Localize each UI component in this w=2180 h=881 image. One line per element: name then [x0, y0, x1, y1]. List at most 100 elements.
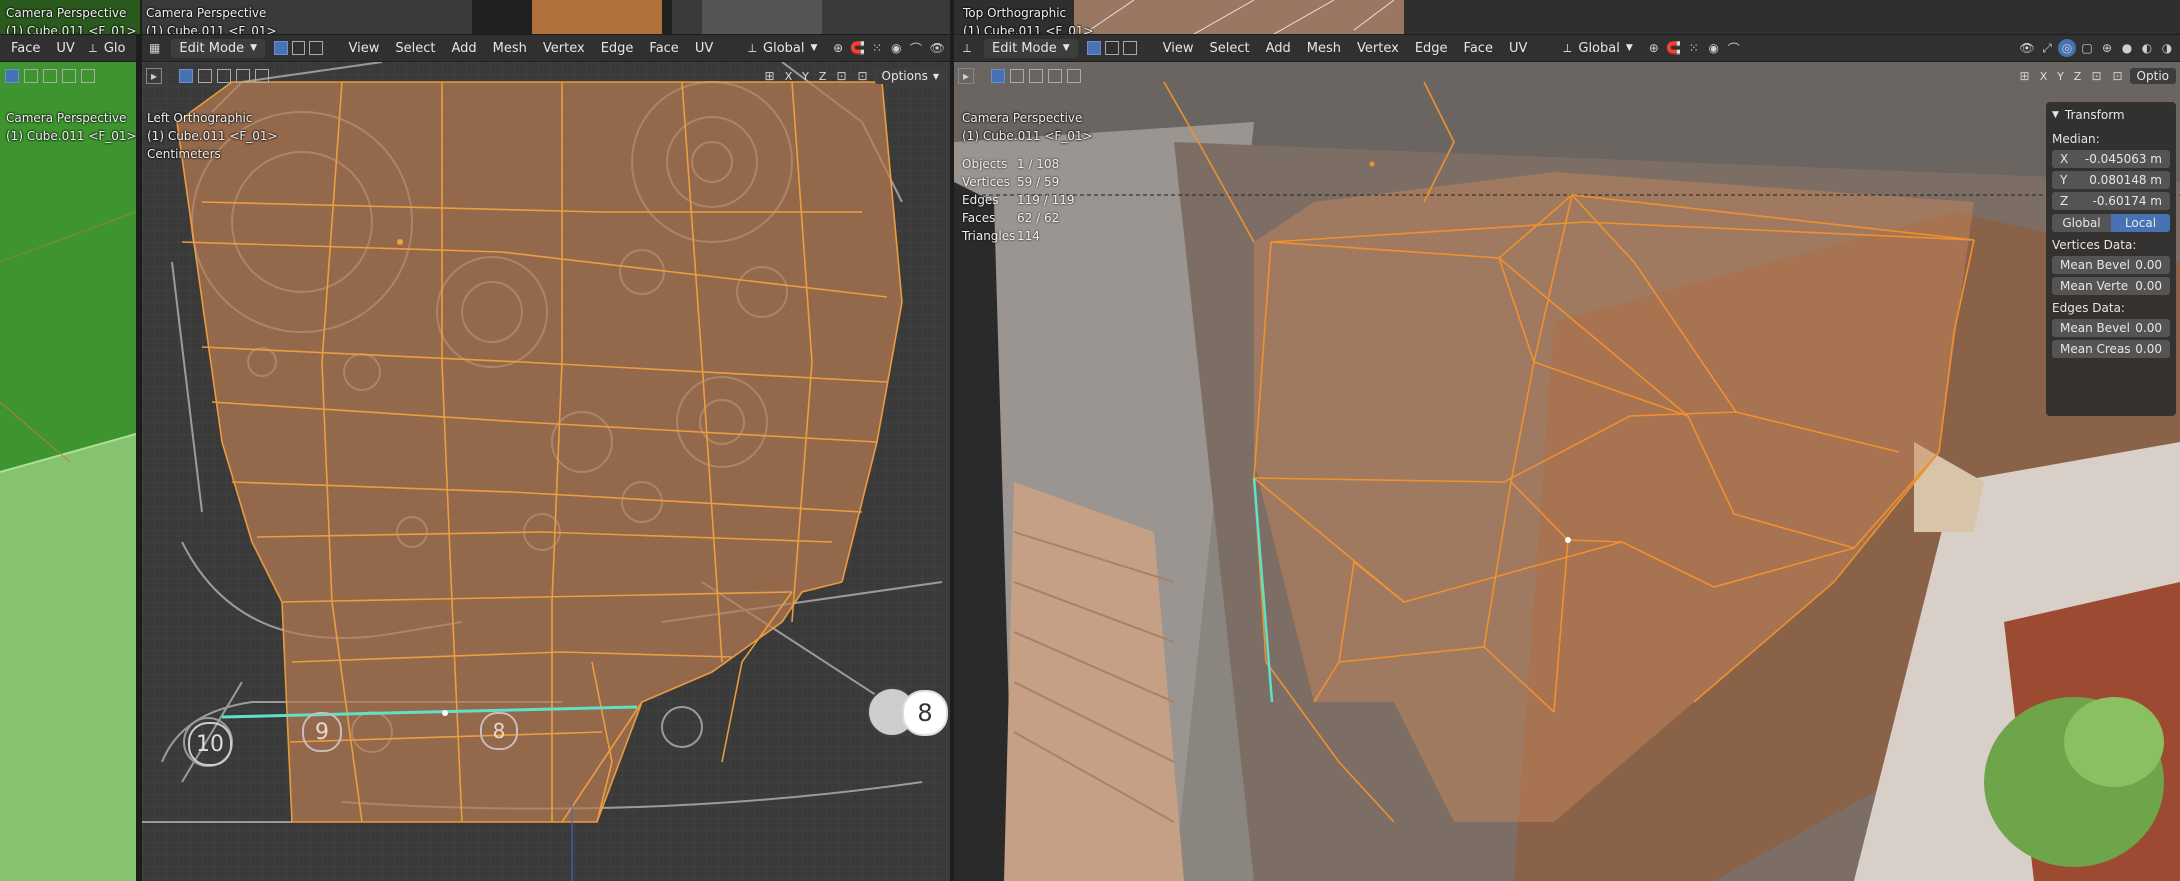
menu-uv[interactable]: UV — [49, 41, 81, 56]
snap-grid-icon[interactable]: ⁙ — [1685, 39, 1703, 57]
mode-dropdown[interactable]: Edit Mode ▼ — [984, 38, 1078, 58]
middle-viewport[interactable]: 10 9 8 8 ▸ ⊞ X Y Z ⊡ ⊡ Options ▼ Left Or… — [142, 62, 950, 881]
local-button[interactable]: Local — [2111, 214, 2170, 232]
axis-z-toggle[interactable]: Z — [816, 70, 830, 83]
gizmo-icon[interactable]: ⤢ — [2038, 39, 2056, 57]
select-mode-icon[interactable] — [198, 69, 212, 83]
mode-dropdown[interactable]: Edit Mode ▼ — [171, 38, 266, 58]
vertex-select-button[interactable] — [274, 41, 288, 55]
snap-icon[interactable]: 🧲 — [1665, 39, 1683, 57]
mean-vertex-crease-field[interactable]: Mean Verte 0.00 — [2052, 277, 2170, 295]
axis-y-toggle[interactable]: Y — [2054, 70, 2068, 83]
menu-vertex[interactable]: Vertex — [536, 41, 592, 56]
edge-select-button[interactable] — [1104, 41, 1119, 55]
options-dropdown[interactable]: Optio — [2129, 68, 2176, 84]
orientation-dropdown[interactable]: Global — [1578, 41, 1619, 56]
falloff-icon[interactable]: ⌒ — [907, 39, 924, 57]
menu-select[interactable]: Select — [1203, 41, 1257, 56]
menu-uv[interactable]: UV — [1502, 41, 1534, 56]
select-box-icon[interactable] — [5, 69, 19, 83]
mirror-icon[interactable]: ⊞ — [2016, 67, 2034, 85]
right-viewport[interactable]: ▸ ⊞ X Y Z ⊡ ⊡ Optio Camera Perspective (… — [954, 62, 2180, 881]
proportional-edit-icon[interactable]: ◉ — [888, 39, 905, 57]
axis-x-toggle[interactable]: X — [782, 70, 796, 83]
transform-icon[interactable]: ⊡ — [2088, 67, 2106, 85]
menu-face[interactable]: Face — [1457, 41, 1500, 56]
select-box-icon[interactable] — [179, 69, 193, 83]
select-mode-icon[interactable] — [62, 69, 76, 83]
axis-x-toggle[interactable]: X — [2037, 70, 2051, 83]
falloff-icon[interactable]: ⌒ — [1725, 39, 1743, 57]
proportional-edit-icon[interactable]: ◉ — [1705, 39, 1723, 57]
mean-bevel-vertex-field[interactable]: Mean Bevel 0.00 — [2052, 256, 2170, 274]
menu-vertex[interactable]: Vertex — [1350, 41, 1406, 56]
transform-icon[interactable]: ⊡ — [2109, 67, 2127, 85]
menu-uv[interactable]: UV — [688, 41, 720, 56]
select-mode-icon[interactable] — [1048, 69, 1062, 83]
transform-panel-header[interactable]: ▼ Transform — [2052, 106, 2170, 124]
top-strip-middle[interactable]: Camera Perspective (1) Cube.011 <F_01> — [142, 0, 950, 34]
axis-y-toggle[interactable]: Y — [799, 70, 813, 83]
menu-mesh[interactable]: Mesh — [1300, 41, 1348, 56]
editor-type-icon[interactable]: ⟂ — [958, 39, 976, 57]
solid-shading-icon[interactable]: ● — [2118, 39, 2136, 57]
rendered-shading-icon[interactable]: ◑ — [2158, 39, 2176, 57]
mirror-icon[interactable]: ⊞ — [761, 67, 779, 85]
select-mode-icon[interactable] — [236, 69, 250, 83]
overlay-icon[interactable]: ◎ — [2058, 39, 2076, 57]
orientation-icon[interactable]: ⟂ — [1558, 39, 1576, 57]
transform-icon[interactable]: ⊡ — [854, 67, 872, 85]
tool-icon[interactable]: ▸ — [958, 68, 974, 84]
top-strip-left[interactable]: Camera Perspective (1) Cube.011 <F_01> — [0, 0, 140, 34]
snap-grid-icon[interactable]: ⁙ — [868, 39, 885, 57]
select-mode-icon[interactable] — [1029, 69, 1043, 83]
select-box-icon[interactable] — [991, 69, 1005, 83]
menu-mesh[interactable]: Mesh — [486, 41, 534, 56]
top-strip-right[interactable]: Top Orthographic (1) Cube.011 <F_01> — [954, 0, 2180, 34]
select-mode-icon[interactable] — [81, 69, 95, 83]
median-z-field[interactable]: Z -0.60174 m — [2052, 192, 2170, 210]
pivot-icon[interactable]: ⊕ — [829, 39, 846, 57]
axis-z-toggle[interactable]: Z — [2071, 70, 2085, 83]
visibility-icon[interactable]: 👁 — [929, 39, 946, 57]
vertex-select-button[interactable] — [1086, 41, 1101, 55]
orientation-icon[interactable]: ⟂ — [84, 39, 102, 57]
menu-add[interactable]: Add — [1259, 41, 1298, 56]
median-x-field[interactable]: X -0.045063 m — [2052, 150, 2170, 168]
visibility-icon[interactable]: 👁 — [2018, 39, 2036, 57]
select-mode-icon[interactable] — [255, 69, 269, 83]
mean-crease-field[interactable]: Mean Creas 0.00 — [2052, 340, 2170, 358]
face-select-button[interactable] — [309, 41, 323, 55]
select-mode-icon[interactable] — [1067, 69, 1081, 83]
wireframe-shading-icon[interactable]: ⊕ — [2098, 39, 2116, 57]
select-mode-icon[interactable] — [24, 69, 38, 83]
snap-icon[interactable]: 🧲 — [849, 39, 866, 57]
options-dropdown[interactable]: Options ▼ — [874, 68, 946, 84]
menu-edge[interactable]: Edge — [1408, 41, 1455, 56]
select-mode-icon[interactable] — [217, 69, 231, 83]
pivot-icon[interactable]: ⊕ — [1645, 39, 1663, 57]
select-mode-icon[interactable] — [1010, 69, 1024, 83]
mean-bevel-edge-field[interactable]: Mean Bevel 0.00 — [2052, 319, 2170, 337]
select-mode-icon[interactable] — [43, 69, 57, 83]
tool-icon[interactable]: ▸ — [146, 68, 162, 84]
face-select-button[interactable] — [1122, 41, 1137, 55]
menu-select[interactable]: Select — [388, 41, 442, 56]
orientation-icon[interactable]: ⟂ — [744, 39, 761, 57]
editor-type-icon[interactable]: ▦ — [146, 39, 163, 57]
edge-select-button[interactable] — [291, 41, 306, 55]
menu-face[interactable]: Face — [4, 41, 47, 56]
left-viewport[interactable]: Camera Perspective (1) Cube.011 <F_01> — [0, 62, 136, 881]
orientation-dropdown[interactable]: Global — [763, 41, 804, 56]
median-y-field[interactable]: Y 0.080148 m — [2052, 171, 2170, 189]
menu-face[interactable]: Face — [642, 41, 685, 56]
orientation-dropdown[interactable]: Glo — [104, 41, 126, 56]
global-button[interactable]: Global — [2052, 214, 2111, 232]
menu-add[interactable]: Add — [444, 41, 483, 56]
menu-edge[interactable]: Edge — [594, 41, 641, 56]
menu-view[interactable]: View — [342, 41, 387, 56]
material-shading-icon[interactable]: ◐ — [2138, 39, 2156, 57]
menu-view[interactable]: View — [1156, 41, 1201, 56]
xray-icon[interactable]: ▢ — [2078, 39, 2096, 57]
transform-icon[interactable]: ⊡ — [833, 67, 851, 85]
